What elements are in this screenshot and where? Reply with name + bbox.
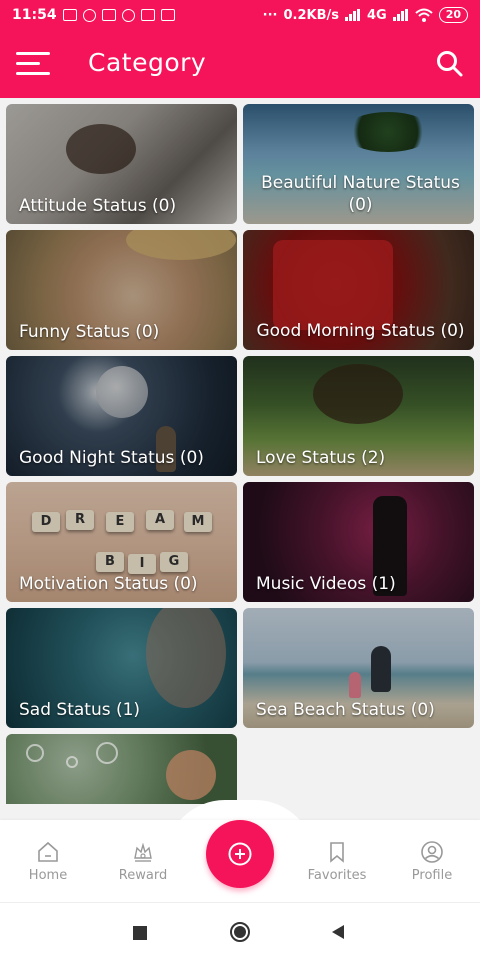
- category-label: Good Night Status (0): [19, 448, 204, 468]
- nav-favorites-label: Favorites: [307, 868, 367, 883]
- network-speed: 0.2KB/s: [283, 7, 339, 23]
- status-bar: 11:54 ··· 0.2KB/s 4G 20: [0, 0, 480, 30]
- category-card-beautiful-nature[interactable]: Beautiful Nature Status (0): [243, 104, 474, 224]
- category-label: Good Morning Status (0): [256, 321, 465, 341]
- profile-icon: [421, 841, 443, 863]
- notification-app-icon: [62, 9, 77, 21]
- status-time: 11:54: [12, 7, 57, 23]
- add-circle-icon: [228, 842, 252, 866]
- overflow-dots: ···: [262, 7, 278, 23]
- nav-home-label: Home: [28, 868, 68, 883]
- category-label: Sea Beach Status (0): [256, 700, 435, 720]
- signal-icon: [392, 9, 408, 21]
- category-card-sea-beach[interactable]: Sea Beach Status (0): [243, 608, 474, 728]
- nav-profile[interactable]: Profile: [384, 840, 480, 883]
- category-card-funny[interactable]: Funny Status (0): [6, 230, 237, 350]
- category-card-sad[interactable]: Sad Status (1): [6, 608, 237, 728]
- category-card-love[interactable]: Love Status (2): [243, 356, 474, 476]
- category-card-motivation[interactable]: D R E A M B I G Motivation Status (0): [6, 482, 237, 602]
- wifi-icon: [415, 8, 433, 22]
- category-card-good-morning[interactable]: Good Morning Status (0): [243, 230, 474, 350]
- battery-indicator: 20: [438, 7, 468, 23]
- category-label: Motivation Status (0): [19, 574, 198, 594]
- category-label: Funny Status (0): [19, 322, 160, 342]
- bitcoin-icon: [121, 8, 135, 22]
- search-icon[interactable]: [436, 50, 464, 78]
- category-label: Love Status (2): [256, 448, 386, 468]
- network-type: 4G: [366, 7, 387, 23]
- category-label: Attitude Status (0): [19, 196, 177, 216]
- add-fab-button[interactable]: [206, 820, 274, 888]
- youtube-icon: [101, 9, 116, 21]
- reward-icon: [134, 842, 152, 862]
- back-triangle-icon[interactable]: [330, 924, 346, 940]
- facebook-icon: [82, 8, 96, 22]
- youtube-icon: [160, 9, 175, 21]
- home-icon: [38, 841, 58, 862]
- category-label: Beautiful Nature Status (0): [261, 173, 460, 215]
- nav-profile-label: Profile: [411, 868, 453, 883]
- system-navigation-bar: [0, 902, 480, 960]
- category-label: Sad Status (1): [19, 700, 141, 720]
- nav-reward[interactable]: Reward: [95, 840, 191, 883]
- category-card-music-videos[interactable]: Music Videos (1): [243, 482, 474, 602]
- page-title: Category: [88, 48, 207, 77]
- category-card-good-night[interactable]: Good Night Status (0): [6, 356, 237, 476]
- nav-reward-label: Reward: [118, 868, 168, 883]
- hamburger-menu-icon[interactable]: [16, 52, 50, 76]
- nav-home[interactable]: Home: [0, 840, 96, 883]
- app-bar: Category: [0, 30, 480, 98]
- recents-square-icon[interactable]: [132, 925, 148, 941]
- nav-favorites[interactable]: Favorites: [289, 840, 385, 883]
- category-card-bubbles[interactable]: [6, 734, 237, 804]
- home-circle-icon[interactable]: [229, 921, 251, 943]
- youtube-icon: [140, 9, 155, 21]
- bookmark-icon: [330, 842, 344, 863]
- category-label: Music Videos (1): [256, 574, 396, 594]
- signal-icon: [344, 9, 360, 21]
- category-card-attitude[interactable]: Attitude Status (0): [6, 104, 237, 224]
